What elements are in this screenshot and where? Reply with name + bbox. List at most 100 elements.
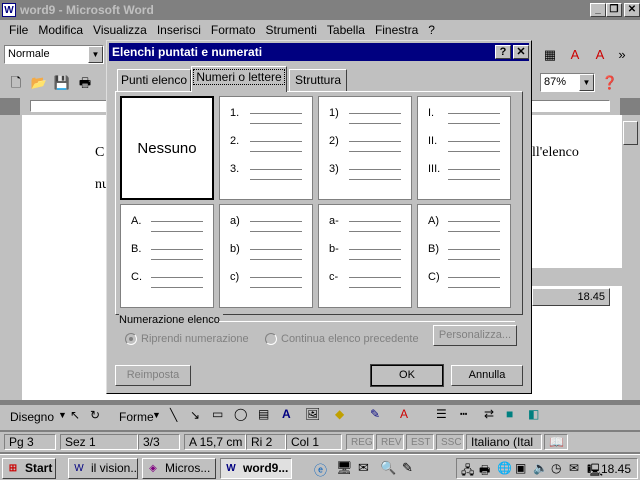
- dialog-titlebar[interactable]: Elenchi puntati e numerati ? ✕: [109, 43, 529, 61]
- desktop-icon[interactable]: 🖥: [336, 460, 353, 476]
- radio-continue-list[interactable]: Continua elenco precedente: [265, 333, 419, 345]
- print-icon[interactable]: 🖶: [75, 73, 95, 93]
- ok-button[interactable]: OK: [370, 364, 444, 387]
- open-folder-icon[interactable]: 📂: [29, 73, 49, 93]
- notepad-icon[interactable]: ✎: [402, 460, 413, 476]
- tab-numeri-lettere[interactable]: Numeri o lettere: [191, 66, 287, 92]
- numbering-style-option[interactable]: I. II. III.: [417, 96, 511, 200]
- forme-menu-button[interactable]: Forme: [119, 410, 154, 424]
- outlook-icon[interactable]: ✉: [358, 460, 369, 476]
- menu-finestra[interactable]: Finestra: [370, 23, 423, 37]
- menu-file[interactable]: File: [4, 23, 33, 37]
- preview-line: [448, 151, 500, 152]
- shadow-icon[interactable]: ■: [506, 407, 513, 421]
- fill-color-icon[interactable]: ◆: [335, 407, 344, 421]
- reset-button[interactable]: Reimposta: [115, 365, 191, 386]
- status-ext[interactable]: EST: [406, 434, 434, 450]
- wordart-icon[interactable]: A: [282, 407, 291, 421]
- chevron-down-icon[interactable]: ▼: [579, 74, 594, 91]
- radio-restart-numbering[interactable]: Riprendi numerazione: [125, 333, 249, 345]
- font-color-icon[interactable]: A: [400, 407, 408, 421]
- status-language[interactable]: Italiano (Ital: [466, 434, 542, 450]
- preview-line: [448, 259, 500, 260]
- status-pages: 3/3: [138, 434, 180, 450]
- font-color-icon[interactable]: A: [590, 45, 610, 65]
- dash-style-icon[interactable]: ┅: [460, 407, 467, 421]
- select-objects-icon[interactable]: ↖: [70, 408, 80, 422]
- rectangle-tool-icon[interactable]: ▭: [212, 407, 223, 421]
- line-color-icon[interactable]: ✎: [370, 407, 380, 421]
- word-app-icon[interactable]: W: [2, 3, 16, 17]
- cancel-button[interactable]: Annulla: [451, 365, 523, 386]
- chevron-down-icon[interactable]: ▼: [88, 46, 103, 63]
- arrow-tool-icon[interactable]: ↘: [190, 408, 200, 422]
- menu-inserisci[interactable]: Inserisci: [152, 23, 206, 37]
- 3d-icon[interactable]: ◧: [528, 407, 539, 421]
- menu-help[interactable]: ?: [423, 23, 440, 37]
- status-ovr[interactable]: SSC: [436, 434, 464, 450]
- vertical-scrollbar[interactable]: [622, 115, 640, 400]
- save-icon[interactable]: 💾: [52, 73, 72, 93]
- ellipse-tool-icon[interactable]: ◯: [234, 407, 247, 421]
- window-titlebar[interactable]: W word9 - Microsoft Word _ ❐ ✕: [0, 0, 640, 20]
- tray-printer-icon[interactable]: 🖶: [479, 461, 490, 480]
- new-document-icon[interactable]: 🗋: [6, 73, 26, 93]
- dialog-help-button[interactable]: ?: [495, 45, 511, 59]
- border-icon[interactable]: ▦: [540, 45, 560, 65]
- tray-volume-icon[interactable]: 🔈: [533, 461, 548, 475]
- dialog-close-button[interactable]: ✕: [513, 45, 529, 59]
- numbering-style-option[interactable]: 1) 2) 3): [318, 96, 412, 200]
- minimize-button[interactable]: _: [590, 3, 606, 17]
- menu-formato[interactable]: Formato: [206, 23, 261, 37]
- numbering-style-option[interactable]: a-b-c-: [318, 204, 412, 308]
- numbering-style-option[interactable]: 1. 2. 3.: [219, 96, 313, 200]
- vertical-ruler[interactable]: [0, 115, 22, 400]
- line-style-icon[interactable]: ☰: [436, 407, 447, 421]
- tab-punti-elenco[interactable]: Punti elenco: [117, 69, 191, 91]
- disegno-menu-button[interactable]: Disegno: [10, 410, 54, 424]
- status-rev[interactable]: REV: [376, 434, 404, 450]
- menu-tabella[interactable]: Tabella: [322, 23, 370, 37]
- menu-modifica[interactable]: Modifica: [33, 23, 88, 37]
- tray-message-icon[interactable]: ✉: [569, 461, 579, 475]
- more-buttons-icon[interactable]: »: [612, 45, 632, 65]
- office-app-icon: ◈: [149, 463, 157, 474]
- task-button[interactable]: W il vision...: [68, 458, 138, 479]
- rotate-icon[interactable]: ↻: [90, 408, 100, 422]
- textbox-tool-icon[interactable]: ▤: [258, 407, 269, 421]
- highlight-icon[interactable]: A: [565, 45, 585, 65]
- numbering-style-option[interactable]: A. B. C.: [120, 204, 214, 308]
- status-rec[interactable]: REG: [346, 434, 374, 450]
- tray-display-icon[interactable]: ▣: [515, 461, 526, 475]
- menu-visualizza[interactable]: Visualizza: [88, 23, 152, 37]
- spelling-status-icon[interactable]: 📖: [544, 434, 568, 450]
- menu-strumenti[interactable]: Strumenti: [261, 23, 322, 37]
- style-combo[interactable]: Normale ▼: [4, 45, 104, 64]
- internet-explorer-icon[interactable]: ⓔ: [314, 460, 327, 479]
- task-button[interactable]: ◈ Micros...: [142, 458, 216, 479]
- arrow-style-icon[interactable]: ⇄: [484, 407, 494, 421]
- tray-network-icon[interactable]: 🖧: [461, 461, 474, 480]
- help-assistant-icon[interactable]: ❓: [600, 73, 620, 93]
- clipart-icon[interactable]: 🖼: [305, 407, 320, 421]
- tab-label: Punti elenco: [120, 73, 188, 87]
- tab-struttura[interactable]: Struttura: [289, 69, 347, 91]
- tray-clock-app-icon[interactable]: ◷: [551, 461, 561, 475]
- tray-clock[interactable]: 18.45: [601, 462, 631, 476]
- scroll-thumb[interactable]: [623, 121, 638, 145]
- task-label: word9...: [243, 461, 289, 475]
- chevron-down-icon[interactable]: ▼: [152, 410, 161, 420]
- numbering-style-option[interactable]: a) b) c): [219, 204, 313, 308]
- customize-button[interactable]: Personalizza...: [433, 325, 517, 346]
- task-button-active[interactable]: W word9...: [220, 458, 292, 479]
- close-button[interactable]: ✕: [624, 3, 640, 17]
- numbering-style-option[interactable]: Nessuno: [120, 96, 214, 200]
- zoom-combo[interactable]: 87% ▼: [540, 73, 595, 92]
- chevron-down-icon[interactable]: ▼: [58, 410, 67, 420]
- numbering-style-option[interactable]: A) B) C): [417, 204, 511, 308]
- start-button[interactable]: ⊞ Start: [2, 458, 56, 479]
- line-tool-icon[interactable]: ╲: [170, 408, 177, 422]
- tray-globe-icon[interactable]: 🌐: [497, 461, 512, 475]
- search-icon[interactable]: 🔍: [380, 460, 396, 476]
- restore-button[interactable]: ❐: [606, 3, 622, 17]
